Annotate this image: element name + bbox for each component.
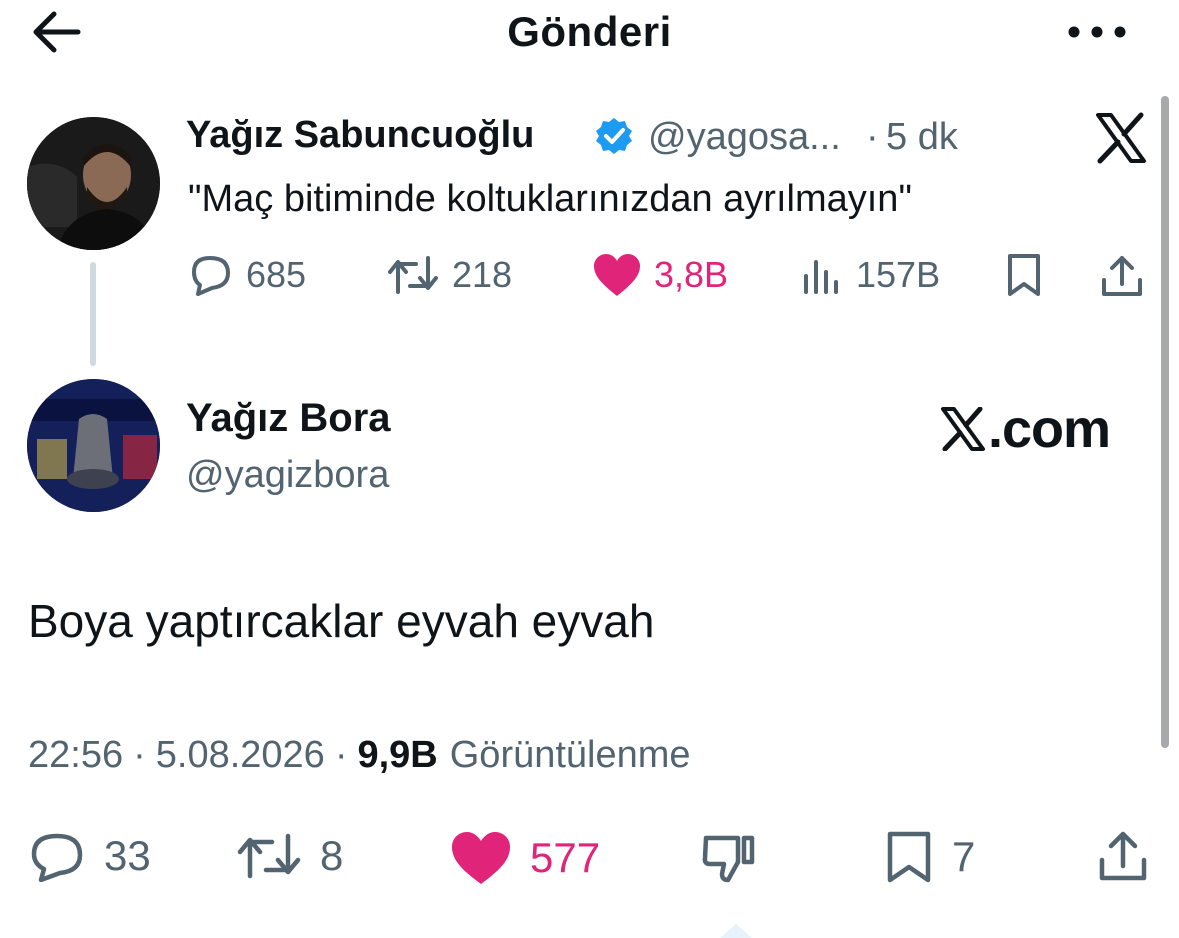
- x-com-logo-text: .com: [988, 399, 1111, 459]
- x-logo-icon: [1094, 112, 1148, 164]
- dislike-icon: [702, 835, 755, 883]
- separator: ·: [133, 734, 146, 776]
- tweet-time[interactable]: 5 dk: [886, 116, 958, 159]
- retweet-icon: [237, 833, 301, 879]
- avatar[interactable]: [27, 379, 160, 512]
- reply-button[interactable]: 685: [186, 252, 306, 298]
- retweet-count: 218: [452, 254, 513, 295]
- reply-icon: [192, 256, 230, 296]
- avatar[interactable]: [27, 117, 160, 250]
- tweet-meta: 22:56 · 5.08.2026 · 9,9B Görüntülenme: [28, 734, 691, 777]
- separator: ·: [866, 116, 879, 158]
- back-arrow-icon: [33, 11, 81, 53]
- share-icon: [1102, 256, 1142, 296]
- tweet-date[interactable]: 5.08.2026: [156, 734, 325, 777]
- retweet-count: 8: [320, 832, 344, 879]
- share-icon: [1099, 831, 1147, 881]
- tweet-text: "Maç bitiminde koltuklarınızdan ayrılmay…: [188, 178, 912, 220]
- like-count: 577: [530, 834, 601, 881]
- bookmark-count: 7: [952, 833, 976, 880]
- share-button[interactable]: [1098, 252, 1146, 298]
- scroll-indicator: [716, 918, 756, 938]
- like-button[interactable]: 577: [450, 830, 600, 886]
- heart-icon: [452, 832, 510, 884]
- views-icon: [804, 260, 838, 294]
- like-button[interactable]: 3,8B: [592, 252, 728, 298]
- author-name[interactable]: Yağız Sabuncuoğlu: [186, 114, 534, 157]
- retweet-button[interactable]: 218: [386, 252, 512, 298]
- views-count: 9,9B: [357, 734, 438, 776]
- bookmark-icon: [1008, 254, 1040, 296]
- verified-badge-icon: [594, 116, 634, 156]
- separator: ·: [334, 734, 348, 776]
- views-button[interactable]: 157B: [800, 252, 940, 298]
- author-name[interactable]: Yağız Bora: [186, 396, 391, 441]
- page-title: Gönderi: [507, 8, 672, 55]
- reply-count: 33: [104, 832, 151, 879]
- reply-button[interactable]: 33: [28, 830, 151, 882]
- reply-icon: [31, 833, 83, 882]
- like-count: 3,8B: [654, 254, 729, 295]
- heart-icon: [594, 254, 640, 296]
- tweet-text: Boya yaptırcaklar eyvah eyvah: [28, 595, 655, 647]
- back-button[interactable]: [28, 8, 92, 60]
- bookmark-button[interactable]: [1002, 252, 1046, 298]
- views-count: 157B: [856, 254, 941, 295]
- scrollbar[interactable]: [1161, 96, 1169, 748]
- dislike-button[interactable]: [700, 828, 758, 886]
- bookmark-button[interactable]: 7: [884, 830, 975, 884]
- x-logo-icon: [941, 407, 985, 451]
- author-handle[interactable]: @yagizbora: [186, 454, 389, 497]
- retweet-button[interactable]: 8: [236, 830, 343, 882]
- thread-line: [90, 262, 96, 366]
- x-com-logo: .com: [940, 398, 1111, 460]
- more-icon: [1068, 26, 1126, 38]
- views-label: Görüntülenme: [449, 734, 691, 776]
- bookmark-icon: [887, 831, 931, 883]
- share-button[interactable]: [1096, 828, 1150, 884]
- tweet-time[interactable]: 22:56: [28, 734, 123, 777]
- more-button[interactable]: [1064, 14, 1130, 50]
- retweet-icon: [388, 256, 438, 294]
- reply-count: 685: [246, 254, 307, 295]
- author-handle[interactable]: @yagosa...: [648, 116, 841, 159]
